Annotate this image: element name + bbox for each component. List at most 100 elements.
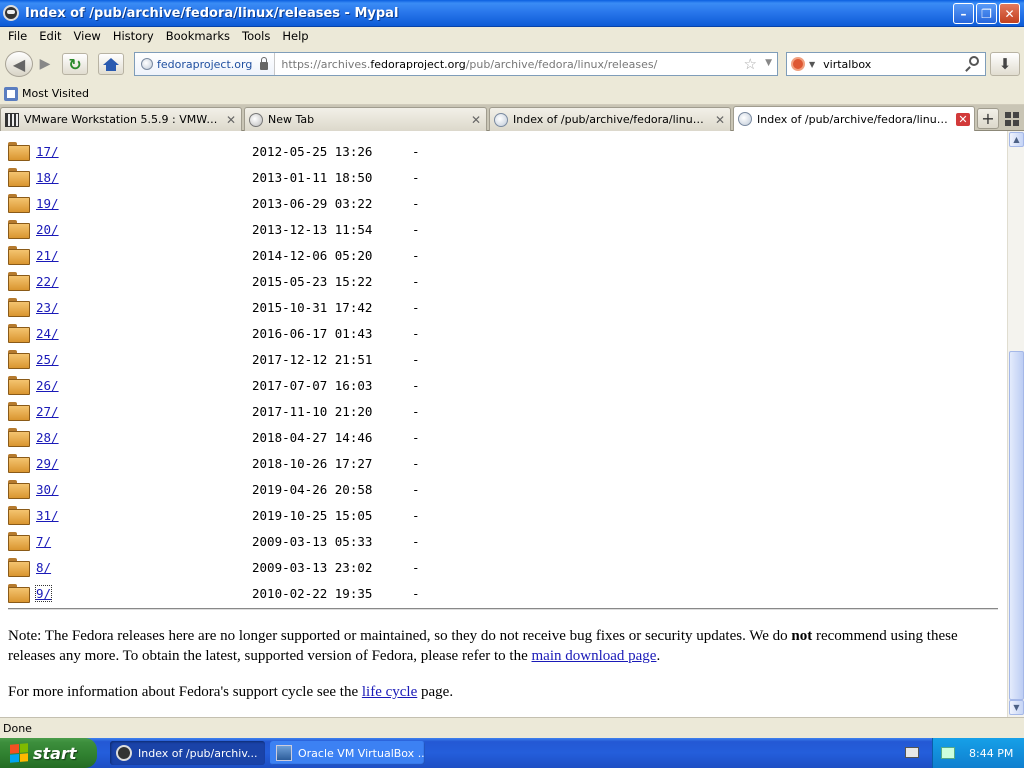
folder-icon: [8, 532, 30, 551]
site-identity-button[interactable]: fedoraproject.org: [135, 53, 276, 75]
directory-link[interactable]: 27/: [36, 404, 59, 419]
tab-fedora-core[interactable]: Index of /pub/archive/fedora/linux/core …: [489, 107, 731, 131]
list-item: 9/2010-02-22 19:35 -: [0, 581, 600, 607]
directory-link[interactable]: 25/: [36, 352, 59, 367]
list-item: 8/2009-03-13 23:02 -: [0, 555, 600, 581]
directory-link[interactable]: 31/: [36, 508, 59, 523]
menu-tools[interactable]: Tools: [236, 29, 276, 43]
close-button[interactable]: ✕: [999, 3, 1020, 24]
tab-close-icon[interactable]: ✕: [470, 113, 482, 127]
tab-vmware[interactable]: VMware Workstation 5.5.9 : VMWare : ... …: [0, 107, 242, 131]
search-engine-icon[interactable]: [791, 57, 805, 71]
url-dropdown-icon[interactable]: ▼: [765, 58, 772, 68]
tab-fedora-releases[interactable]: Index of /pub/archive/fedora/linux/rele.…: [733, 106, 975, 131]
forward-button[interactable]: ▶: [35, 55, 55, 73]
page-content: 9/2010-02-22 19:35-8/2009-03-13 23:02-7/…: [0, 131, 1007, 717]
list-item: 7/2009-03-13 05:33 -: [0, 529, 600, 555]
taskbar-item-label: Oracle VM VirtualBox ...: [298, 746, 425, 760]
directory-link[interactable]: 20/: [36, 222, 59, 237]
file-size: -: [412, 378, 420, 393]
taskbar: start Index of /pub/archiv... Oracle VM …: [0, 738, 1024, 768]
scrollbar-thumb[interactable]: [1009, 351, 1024, 700]
directory-link[interactable]: 17/: [36, 144, 59, 159]
start-button[interactable]: start: [0, 738, 97, 768]
url-host: fedoraproject.org: [370, 57, 466, 71]
tab-close-icon[interactable]: ✕: [714, 113, 726, 127]
scroll-down-icon[interactable]: ▼: [1009, 700, 1024, 715]
vertical-scrollbar[interactable]: ▲ ▼: [1007, 131, 1024, 717]
menu-help[interactable]: Help: [276, 29, 314, 43]
directory-link[interactable]: 22/: [36, 274, 59, 289]
clock[interactable]: 8:44 PM: [969, 747, 1013, 760]
menu-bookmarks[interactable]: Bookmarks: [160, 29, 236, 43]
taskbar-item-label: Index of /pub/archiv...: [138, 746, 258, 760]
modified-date: 2016-06-17 01:43: [252, 326, 373, 341]
download-arrow-icon: ⬇: [998, 55, 1012, 73]
info-text: For more information about Fedora's supp…: [8, 684, 362, 700]
directory-link[interactable]: 21/: [36, 248, 59, 263]
main-download-page-link[interactable]: main download page: [532, 648, 657, 664]
taskbar-item-mypal[interactable]: Index of /pub/archiv...: [110, 741, 265, 765]
url-text[interactable]: https://archives.fedoraproject.org/pub/a…: [275, 58, 657, 71]
directory-link[interactable]: 9/: [34, 585, 53, 602]
folder-icon: [8, 272, 30, 291]
directory-link[interactable]: 19/: [36, 196, 59, 211]
tab-close-icon[interactable]: ✕: [956, 112, 970, 126]
file-size: -: [412, 560, 420, 575]
mypal-app-icon[interactable]: [3, 5, 19, 21]
list-item: 22/2015-05-23 15:22 -: [0, 269, 600, 295]
directory-link[interactable]: 8/: [36, 560, 51, 575]
directory-link[interactable]: 7/: [36, 534, 51, 549]
directory-link[interactable]: 28/: [36, 430, 59, 445]
minimize-button[interactable]: –: [953, 3, 974, 24]
lock-icon: [260, 57, 269, 70]
tab-new-tab[interactable]: New Tab ✕: [244, 107, 487, 131]
list-item: 30/2019-04-26 20:58 -: [0, 477, 600, 503]
url-prefix: https://archives.: [281, 57, 371, 71]
file-size: -: [412, 248, 420, 263]
most-visited-bookmark[interactable]: Most Visited: [22, 87, 89, 100]
mypal-icon: [116, 745, 132, 761]
directory-link[interactable]: 18/: [36, 170, 59, 185]
downloads-button[interactable]: ⬇: [990, 52, 1020, 76]
list-item: 25/2017-12-12 21:51 -: [0, 347, 600, 373]
directory-link[interactable]: 29/: [36, 456, 59, 471]
bookmark-star-icon[interactable]: ☆: [744, 55, 757, 73]
life-cycle-link[interactable]: life cycle: [362, 684, 417, 700]
directory-link[interactable]: 30/: [36, 482, 59, 497]
home-button[interactable]: [98, 53, 124, 75]
restore-button[interactable]: ❐: [976, 3, 997, 24]
file-size: -: [412, 456, 420, 471]
globe-icon: [141, 58, 153, 70]
reload-icon: ↻: [68, 54, 82, 74]
scroll-up-icon[interactable]: ▲: [1009, 132, 1024, 147]
plus-icon: +: [981, 109, 995, 128]
directory-link[interactable]: 23/: [36, 300, 59, 315]
directory-link[interactable]: 26/: [36, 378, 59, 393]
search-icon[interactable]: [969, 56, 979, 66]
reload-button[interactable]: ↻: [62, 53, 88, 75]
menu-view[interactable]: View: [68, 29, 107, 43]
directory-link[interactable]: 24/: [36, 326, 59, 341]
tab-close-icon[interactable]: ✕: [225, 113, 237, 127]
status-bar: Done: [0, 717, 1024, 738]
search-bar[interactable]: ▼ virtalbox: [786, 52, 986, 76]
virtualbox-icon: [276, 745, 292, 761]
new-tab-button[interactable]: +: [977, 108, 999, 129]
file-size: -: [412, 196, 420, 211]
taskbar-item-virtualbox[interactable]: Oracle VM VirtualBox ...: [270, 741, 425, 765]
list-all-tabs-icon[interactable]: [1005, 112, 1019, 126]
keyboard-layout-icon[interactable]: [905, 747, 919, 758]
new-tab-favicon-icon: [249, 112, 263, 127]
menu-history[interactable]: History: [107, 29, 160, 43]
network-icon[interactable]: [941, 747, 955, 759]
url-bar[interactable]: fedoraproject.org https://archives.fedor…: [134, 52, 778, 76]
menu-edit[interactable]: Edit: [33, 29, 67, 43]
file-size: -: [412, 534, 420, 549]
search-engine-dropdown-icon[interactable]: ▼: [809, 60, 815, 69]
folder-icon: [8, 142, 30, 161]
search-input[interactable]: virtalbox: [823, 58, 871, 71]
back-button[interactable]: ◀: [5, 51, 33, 77]
menu-file[interactable]: File: [2, 29, 33, 43]
file-size: -: [412, 430, 420, 445]
